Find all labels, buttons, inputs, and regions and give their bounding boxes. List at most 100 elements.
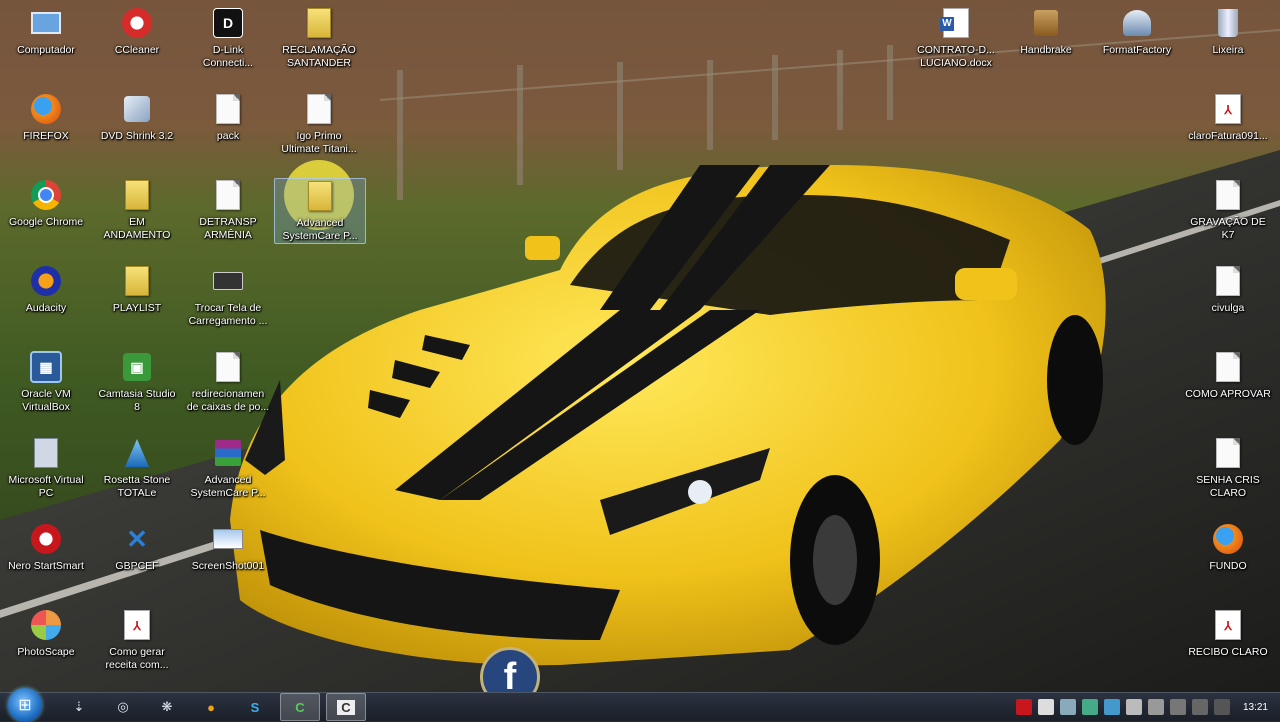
volume-icon[interactable] (1191, 699, 1208, 715)
icon-label: civulga (1211, 302, 1245, 314)
icon-label: CONTRATO-D... LUCIANO.docx (917, 44, 995, 69)
icon-label: Advanced SystemCare P... (190, 474, 266, 499)
word-icon: W (939, 6, 973, 40)
tray-app-icon[interactable] (1059, 699, 1076, 715)
desktop-icon-reclamacao[interactable]: RECLAMAÇÃO SANTANDER (273, 6, 365, 70)
desktop-icon-gravacao[interactable]: GRAVAÇÃO DE K7 (1182, 178, 1274, 242)
pdf-tray-icon[interactable] (1015, 699, 1032, 715)
clock[interactable]: 13:21 (1243, 702, 1268, 713)
rosetta-icon (120, 436, 154, 470)
desktop-icon-pack[interactable]: pack (182, 92, 274, 143)
icon-label: PLAYLIST (112, 302, 162, 314)
virtualbox-icon: ▦ (29, 350, 63, 384)
desktop-icon-advanced-systemcare-1[interactable]: Advanced SystemCare P... (274, 178, 366, 244)
icon-label: Como gerar receita com... (105, 646, 169, 671)
icon-label: RECLAMAÇÃO SANTANDER (282, 44, 356, 69)
ccleaner-icon (120, 6, 154, 40)
desktop-icon-ccleaner[interactable]: CCleaner (91, 6, 183, 57)
desktop-icon-trocar-tela[interactable]: Trocar Tela de Carregamento ... (182, 264, 274, 328)
icon-label: EM ANDAMENTO (103, 216, 171, 241)
tray-app-icon[interactable] (1125, 699, 1142, 715)
icon-label: DVD Shrink 3.2 (100, 130, 174, 142)
desktop-icon-recibo[interactable]: ⅄ RECIBO CLARO (1182, 608, 1274, 659)
desktop-icon-nero[interactable]: Nero StartSmart (0, 522, 92, 573)
nero-icon (29, 522, 63, 556)
desktop-icon-lixeira[interactable]: Lixeira (1182, 6, 1274, 57)
desktop-icon-como-gerar[interactable]: ⅄ Como gerar receita com... (91, 608, 183, 672)
desktop-icon-civulga[interactable]: civulga (1182, 264, 1274, 315)
skype-icon: S (250, 699, 260, 715)
desktop-icon-contrato[interactable]: W CONTRATO-D... LUCIANO.docx (910, 6, 1002, 70)
icon-label: Rosetta Stone TOTALe (103, 474, 171, 499)
formatfactory-icon (1120, 6, 1154, 40)
desktop-icon-dvd-shrink[interactable]: DVD Shrink 3.2 (91, 92, 183, 143)
tray-app-icon[interactable] (1037, 699, 1054, 715)
pdf-icon: ⅄ (1211, 92, 1245, 126)
handbrake-icon (1029, 6, 1063, 40)
desktop-icon-firefox[interactable]: FIREFOX (0, 92, 92, 143)
windows-logo-icon: ⊞ (18, 697, 32, 714)
desktop-icon-claro-fatura[interactable]: ⅄ claroFatura091... (1182, 92, 1274, 143)
desktop-icon-screenshot[interactable]: ScreenShot001 (182, 522, 274, 573)
desktop-icon-dlink[interactable]: D D-Link Connecti... (182, 6, 274, 70)
icon-label: Computador (17, 44, 75, 56)
flag-icon[interactable] (1213, 699, 1230, 715)
icon-label: Igo Primo Ultimate Titani... (281, 130, 357, 155)
taskbar-item-2[interactable]: ◎ (104, 694, 142, 720)
desktop-icon-handbrake[interactable]: Handbrake (1000, 6, 1092, 57)
desktop-icon-gbpcef[interactable]: ✕ GBPCEF (91, 522, 183, 573)
icon-label: Trocar Tela de Carregamento ... (188, 302, 268, 327)
icon-label: FIREFOX (23, 130, 69, 142)
document-icon (1211, 436, 1245, 470)
icon-label: FUNDO (1209, 560, 1247, 572)
icon-label: FormatFactory (1102, 44, 1172, 56)
desktop-icon-virtualbox[interactable]: ▦ Oracle VM VirtualBox (0, 350, 92, 414)
document-icon (302, 92, 336, 126)
tray-app-icon[interactable] (1081, 699, 1098, 715)
network-icon[interactable] (1169, 699, 1186, 715)
taskbar-item-1[interactable]: ⇣ (60, 694, 98, 720)
desktop-icon-advanced-systemcare-2[interactable]: Advanced SystemCare P... (182, 436, 274, 500)
desktop-icon-playlist[interactable]: PLAYLIST (91, 264, 183, 315)
pdf-icon: ⅄ (120, 608, 154, 642)
taskbar-item-3[interactable]: ❋ (148, 694, 186, 720)
taskbar-app-icon: ◎ (117, 699, 129, 714)
desktop-icon-fundo[interactable]: FUNDO (1182, 522, 1274, 573)
start-button[interactable]: ⊞ (8, 688, 42, 722)
taskbar-item-4[interactable]: ● (192, 694, 230, 720)
desktop-icon-formatfactory[interactable]: FormatFactory (1091, 6, 1183, 57)
firefox-icon (1211, 522, 1245, 556)
taskbar-app-icon: ● (207, 699, 215, 715)
document-icon (1211, 264, 1245, 298)
desktop-icon-redirecionamento[interactable]: redirecionamen de caixas de po... (182, 350, 274, 414)
taskbar-item-7[interactable]: C (326, 693, 366, 721)
desktop-icon-photoscape[interactable]: PhotoScape (0, 608, 92, 659)
desktop-icon-rosetta[interactable]: Rosetta Stone TOTALe (91, 436, 183, 500)
taskbar-item-5[interactable]: S (236, 694, 274, 720)
desktop-icon-virtual-pc[interactable]: Microsoft Virtual PC (0, 436, 92, 500)
desktop-icon-igo-primo[interactable]: Igo Primo Ultimate Titani... (273, 92, 365, 156)
tray-app-icon[interactable] (1103, 699, 1120, 715)
taskbar-item-6[interactable]: C (280, 693, 320, 721)
taskbar-app-icon: ❋ (161, 699, 173, 714)
desktop-icon-chrome[interactable]: Google Chrome (0, 178, 92, 229)
recycle-bin-icon (1211, 6, 1245, 40)
desktop-icon-computador[interactable]: Computador (0, 6, 92, 57)
document-icon (211, 92, 245, 126)
icon-label: pack (216, 130, 240, 142)
desktop-icon-senha[interactable]: SENHA CRIS CLARO (1182, 436, 1274, 500)
folder-icon (303, 179, 337, 213)
desktop-icon-como-aprovar[interactable]: COMO APROVAR (1182, 350, 1274, 401)
icon-label: COMO APROVAR (1185, 388, 1271, 400)
icon-label: Advanced SystemCare P... (282, 217, 358, 242)
desktop-icon-em-andamento[interactable]: EM ANDAMENTO (91, 178, 183, 242)
desktop-icon-detransp[interactable]: DETRANSP ARMÊNIA (182, 178, 274, 242)
tray-app-icon[interactable] (1147, 699, 1164, 715)
pdf-icon: ⅄ (1211, 608, 1245, 642)
desktop-icon-camtasia[interactable]: ▣ Camtasia Studio 8 (91, 350, 183, 414)
camtasia-icon: ▣ (120, 350, 154, 384)
firefox-icon (29, 92, 63, 126)
icon-label: Nero StartSmart (8, 560, 84, 572)
desktop-icon-audacity[interactable]: Audacity (0, 264, 92, 315)
icon-label: Oracle VM VirtualBox (21, 388, 71, 413)
